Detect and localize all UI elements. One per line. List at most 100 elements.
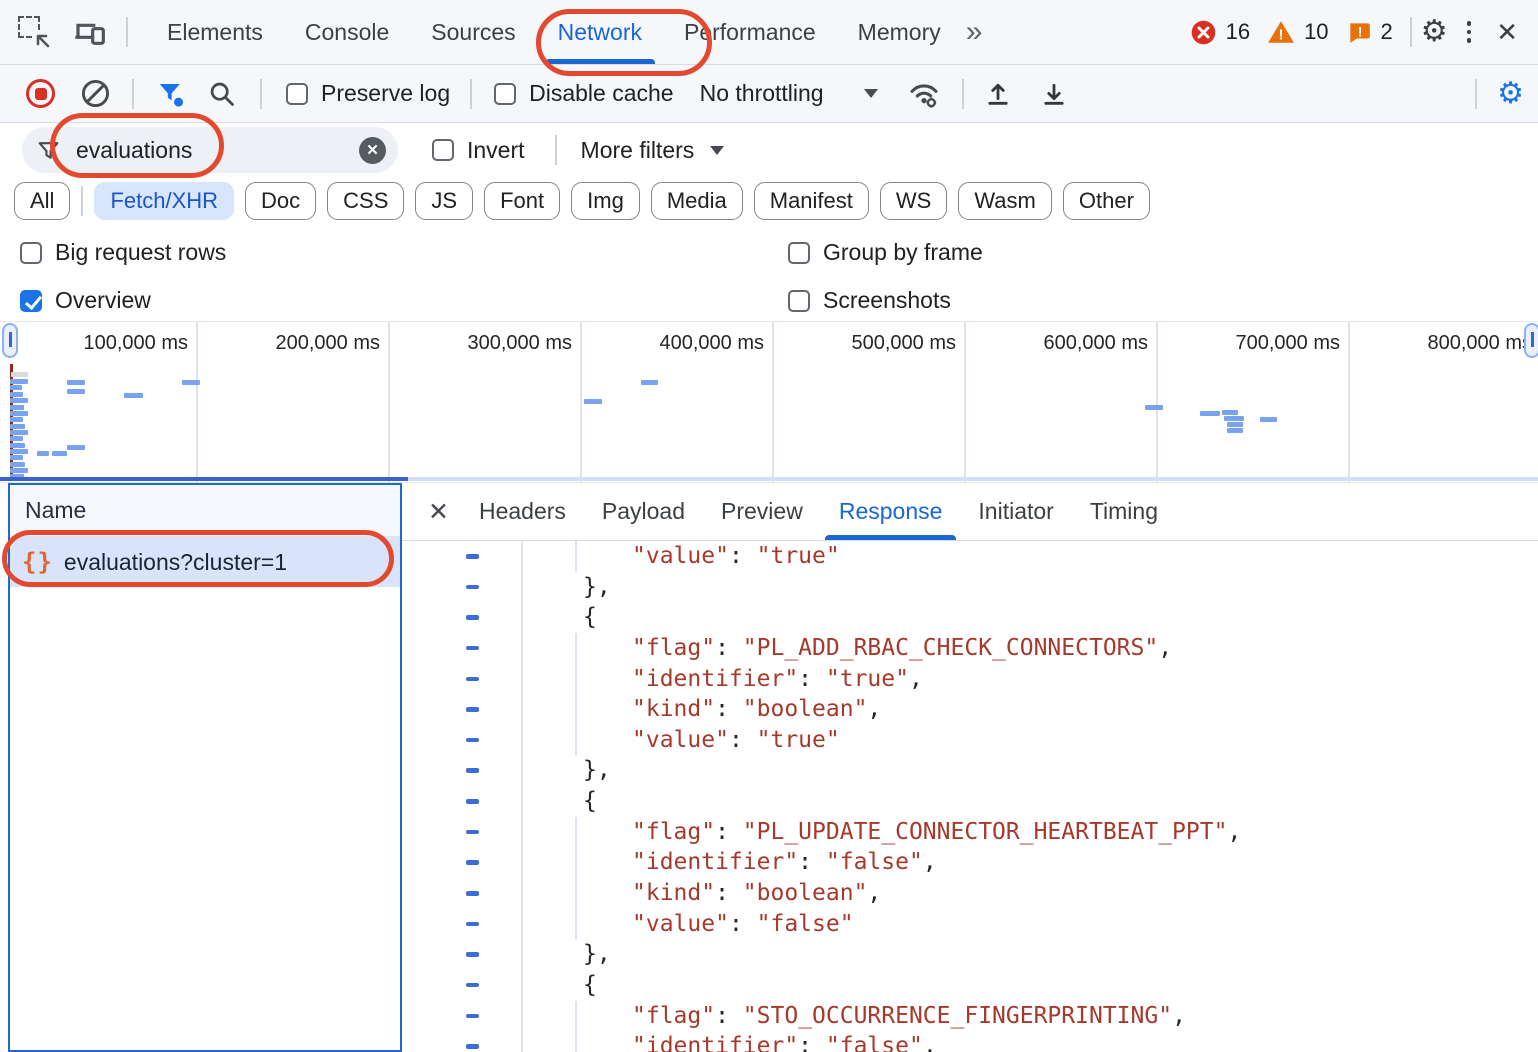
tab-memory[interactable]: Memory: [837, 0, 962, 64]
detail-tab-response[interactable]: Response: [821, 483, 961, 540]
record-network-log-button[interactable]: [26, 79, 55, 108]
big-request-rows-checkbox[interactable]: [20, 242, 42, 264]
detail-tab-timing[interactable]: Timing: [1072, 483, 1176, 540]
disable-cache-label[interactable]: Disable cache: [529, 80, 673, 107]
type-chip-all[interactable]: All: [14, 182, 70, 220]
fold-marker-icon[interactable]: [466, 554, 479, 559]
code-text: "flag": "STO_OCCURRENCE_FINGERPRINTING",: [632, 1001, 1186, 1032]
fold-marker-icon[interactable]: [466, 768, 479, 773]
detail-tab-payload[interactable]: Payload: [584, 483, 703, 540]
search-button[interactable]: [208, 80, 236, 108]
group-by-frame-checkbox[interactable]: [788, 242, 810, 264]
network-settings-gear-icon[interactable]: ⚙: [1497, 79, 1524, 109]
close-devtools-icon[interactable]: ✕: [1490, 17, 1524, 48]
tab-elements[interactable]: Elements: [146, 0, 284, 64]
fold-marker-icon[interactable]: [466, 585, 479, 590]
timeline-request-bar: [37, 451, 49, 456]
type-chip-wasm[interactable]: Wasm: [958, 182, 1052, 220]
detail-tab-preview[interactable]: Preview: [703, 483, 821, 540]
import-har-button[interactable]: [984, 80, 1012, 108]
throttling-select[interactable]: No throttling: [700, 80, 824, 107]
timeline-right-grip[interactable]: [1524, 323, 1538, 358]
fold-marker-icon[interactable]: [466, 830, 479, 835]
detail-tab-bar: ✕ HeadersPayloadPreviewResponseInitiator…: [402, 483, 1538, 541]
network-conditions-button[interactable]: [908, 79, 940, 109]
close-detail-icon[interactable]: ✕: [418, 497, 461, 527]
type-chip-css[interactable]: CSS: [327, 182, 404, 220]
filter-input[interactable]: evaluations ✕: [22, 127, 398, 173]
clear-filter-icon[interactable]: ✕: [359, 137, 386, 164]
detail-tab-initiator[interactable]: Initiator: [960, 483, 1071, 540]
tab-performance[interactable]: Performance: [663, 0, 837, 64]
fold-marker-icon[interactable]: [466, 860, 479, 865]
type-chip-manifest[interactable]: Manifest: [754, 182, 869, 220]
code-text: "value": "false": [632, 909, 854, 940]
filter-toggle-button[interactable]: [156, 79, 186, 109]
fold-marker-icon[interactable]: [466, 922, 479, 927]
fold-marker-icon[interactable]: [466, 677, 479, 682]
type-chip-doc[interactable]: Doc: [245, 182, 316, 220]
invert-label[interactable]: Invert: [467, 137, 525, 164]
warning-icon[interactable]: !: [1267, 19, 1295, 45]
issue-count[interactable]: 2: [1381, 19, 1393, 45]
type-chip-media[interactable]: Media: [651, 182, 743, 220]
invert-checkbox[interactable]: [432, 139, 454, 161]
overflow-menu-icon[interactable]: [1457, 21, 1482, 43]
name-column-header[interactable]: Name: [10, 485, 400, 537]
toolbar-divider: [126, 17, 128, 47]
fold-marker-icon[interactable]: [466, 799, 479, 804]
type-chip-js[interactable]: JS: [415, 182, 473, 220]
preserve-log-label[interactable]: Preserve log: [321, 80, 450, 107]
tab-network[interactable]: Network: [537, 0, 663, 64]
settings-gear-icon[interactable]: ⚙: [1421, 17, 1448, 47]
fold-marker-icon[interactable]: [466, 646, 479, 651]
device-toolbar-button[interactable]: [74, 17, 106, 47]
tab-console[interactable]: Console: [284, 0, 410, 64]
type-chip-fetch-xhr[interactable]: Fetch/XHR: [94, 182, 234, 220]
detail-tab-headers[interactable]: Headers: [461, 483, 584, 540]
fold-marker-icon[interactable]: [466, 1014, 479, 1019]
overview-checkbox[interactable]: [20, 290, 42, 312]
type-chip-font[interactable]: Font: [484, 182, 560, 220]
timeline-request-bar: [10, 430, 28, 435]
export-har-button[interactable]: [1040, 80, 1068, 108]
fold-marker-icon[interactable]: [466, 707, 479, 712]
request-list-panel: Name {} evaluations?cluster=1: [8, 483, 402, 1052]
warning-count[interactable]: 10: [1304, 19, 1328, 45]
inspect-element-button[interactable]: [18, 16, 50, 48]
error-icon[interactable]: [1190, 19, 1217, 46]
fold-marker-icon[interactable]: [466, 1044, 479, 1049]
preserve-log-checkbox[interactable]: [286, 83, 308, 105]
type-chip-ws[interactable]: WS: [880, 182, 947, 220]
fold-marker-icon[interactable]: [466, 738, 479, 743]
network-overview-timeline[interactable]: 100,000 ms200,000 ms300,000 ms400,000 ms…: [0, 321, 1538, 483]
response-body[interactable]: "value": "true"},{"flag": "PL_ADD_RBAC_C…: [402, 541, 1538, 1052]
issues-icon[interactable]: !: [1346, 19, 1372, 45]
fold-marker-icon[interactable]: [466, 952, 479, 957]
timeline-left-grip[interactable]: [2, 323, 18, 358]
more-tabs-icon[interactable]: »: [966, 17, 983, 47]
fold-marker-icon[interactable]: [466, 615, 479, 620]
overview-label[interactable]: Overview: [55, 287, 151, 314]
request-name[interactable]: evaluations?cluster=1: [64, 549, 287, 576]
error-count[interactable]: 16: [1226, 19, 1250, 45]
tab-sources[interactable]: Sources: [410, 0, 536, 64]
clear-network-log-button[interactable]: [81, 79, 110, 108]
type-chip-img[interactable]: Img: [571, 182, 640, 220]
fold-marker-icon[interactable]: [466, 983, 479, 988]
more-filters-button[interactable]: More filters: [581, 137, 695, 164]
type-chip-other[interactable]: Other: [1063, 182, 1150, 220]
more-filters-caret[interactable]: [710, 146, 724, 155]
disable-cache-checkbox[interactable]: [494, 83, 516, 105]
request-row[interactable]: {} evaluations?cluster=1: [10, 537, 400, 587]
filter-input-value[interactable]: evaluations: [76, 137, 192, 164]
fold-marker-icon[interactable]: [466, 891, 479, 896]
screenshots-checkbox[interactable]: [788, 290, 810, 312]
group-by-frame-label[interactable]: Group by frame: [823, 239, 983, 266]
throttling-dropdown-caret[interactable]: [864, 89, 878, 98]
big-request-rows-label[interactable]: Big request rows: [55, 239, 226, 266]
timeline-request-bar: [584, 399, 602, 404]
timeline-request-bar: [10, 417, 23, 422]
indent-guide: [575, 847, 577, 878]
screenshots-label[interactable]: Screenshots: [823, 287, 951, 314]
